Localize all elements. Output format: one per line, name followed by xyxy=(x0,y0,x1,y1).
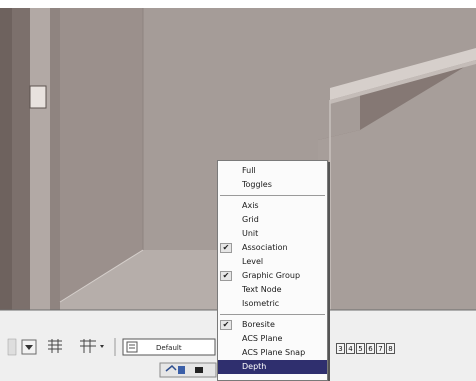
left-panel-edge xyxy=(50,8,60,310)
vertical-scrollbar[interactable] xyxy=(30,8,50,310)
menu-item-toggles[interactable]: Toggles xyxy=(218,178,327,192)
page-tab-3[interactable]: 3 xyxy=(336,343,345,354)
menu-item-graphic-group[interactable]: ✔ Graphic Group xyxy=(218,269,327,283)
page-tab-5[interactable]: 5 xyxy=(356,343,365,354)
left-panel-shade xyxy=(12,8,30,310)
menu-item-label: Isometric xyxy=(242,299,280,308)
page-tab-7[interactable]: 7 xyxy=(376,343,385,354)
menu-item-label: Grid xyxy=(242,215,259,224)
menu-item-depth[interactable]: Depth xyxy=(218,360,327,374)
menu-item-label: Full xyxy=(242,166,256,175)
menu-item-association[interactable]: ✔ Association xyxy=(218,241,327,255)
left-panel xyxy=(0,8,12,310)
level-selector-value: Default xyxy=(156,344,182,352)
menu-item-label: ACS Plane xyxy=(242,334,283,343)
printer-icon[interactable] xyxy=(195,367,203,373)
menu-item-full[interactable]: Full xyxy=(218,164,327,178)
menu-item-isometric[interactable]: Isometric xyxy=(218,297,327,311)
menu-item-label: Axis xyxy=(242,201,259,210)
menu-separator xyxy=(220,314,325,315)
toolbar-grip xyxy=(7,338,17,356)
menu-item-label: Graphic Group xyxy=(242,271,301,280)
menu-item-label: Unit xyxy=(242,229,259,238)
menu-item-label: Boresite xyxy=(242,320,275,329)
menu-item-text-node[interactable]: Text Node xyxy=(218,283,327,297)
menu-item-label: Level xyxy=(242,257,264,266)
checkmark-icon: ✔ xyxy=(220,271,232,281)
page-tab-6[interactable]: 6 xyxy=(366,343,375,354)
menu-item-grid[interactable]: Grid xyxy=(218,213,327,227)
menu-item-label: Toggles xyxy=(242,180,272,189)
menu-item-label: Association xyxy=(242,243,288,252)
page-tab-8[interactable]: 8 xyxy=(386,343,395,354)
checkmark-icon: ✔ xyxy=(220,320,232,330)
menu-item-label: ACS Plane Snap xyxy=(242,348,306,357)
page-tab-4[interactable]: 4 xyxy=(346,343,355,354)
menu-item-boresite[interactable]: ✔ Boresite xyxy=(218,318,327,332)
menu-item-label: Text Node xyxy=(242,285,282,294)
menu-separator xyxy=(220,195,325,196)
status-field xyxy=(159,362,217,378)
checkmark-icon: ✔ xyxy=(220,243,232,253)
menu-item-level[interactable]: Level xyxy=(218,255,327,269)
menu-item-acs-plane[interactable]: ACS Plane xyxy=(218,332,327,346)
menu-item-unit[interactable]: Unit xyxy=(218,227,327,241)
menu-item-acs-plane-snap[interactable]: ACS Plane Snap xyxy=(218,346,327,360)
context-menu: Full Toggles Axis Grid Unit ✔ Associatio… xyxy=(217,160,328,381)
menu-item-label: Depth xyxy=(242,362,267,371)
menu-item-axis[interactable]: Axis xyxy=(218,199,327,213)
scrollbar-thumb[interactable] xyxy=(29,85,47,109)
